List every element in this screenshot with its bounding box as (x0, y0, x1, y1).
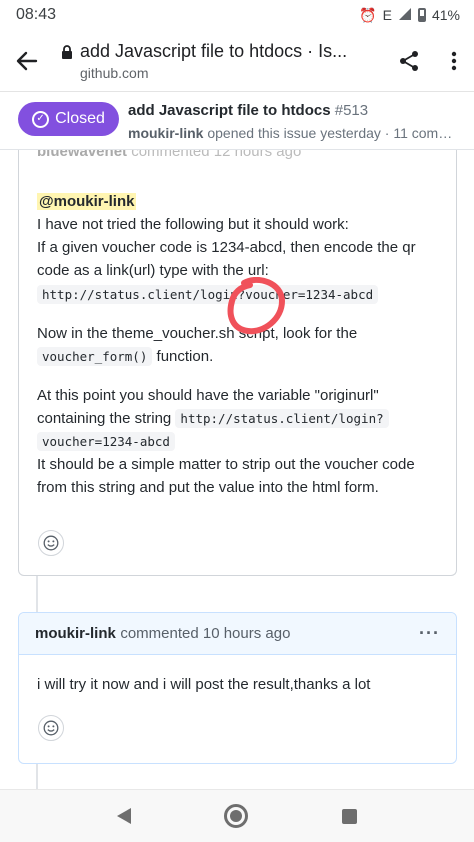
battery-level: 41% (431, 7, 460, 23)
comment-body: @moukir-link I have not tried the follow… (37, 190, 444, 499)
more-horiz-icon[interactable]: ··· (419, 623, 440, 644)
issue-header: ✓ Closed add Javascript file to htdocs #… (0, 92, 474, 150)
comment-meta: commented 10 hours ago (120, 624, 291, 642)
signal-icon (398, 7, 412, 24)
comment-header: moukir-link commented 10 hours ago ··· (19, 613, 456, 655)
system-nav-bar (0, 789, 474, 842)
comment-body: i will try it now and i will post the re… (37, 676, 371, 693)
check-circle-icon: ✓ (32, 110, 50, 128)
comment-card: moukir-link commented 10 hours ago ··· i… (18, 612, 457, 764)
comment-line: I have not tried the following but it sh… (37, 216, 349, 233)
add-reaction-icon[interactable] (38, 715, 64, 741)
status-label: Closed (55, 110, 105, 127)
back-arrow-icon[interactable] (0, 30, 54, 92)
comment-text: Now in the theme_voucher.sh script, look… (37, 325, 358, 342)
comment-line: If a given voucher code is 1234-abcd, th… (37, 239, 416, 279)
status-badge: ✓ Closed (18, 102, 119, 136)
nav-recents-icon[interactable] (342, 808, 358, 824)
lock-icon (54, 45, 80, 60)
comment-card: bluewavenet commented 12 hours ago @mouk… (18, 138, 457, 576)
alarm-icon: ⏰ (359, 6, 377, 23)
status-time: 08:43 (16, 6, 57, 23)
issue-title-text: add Javascript file to htdocs (128, 102, 331, 119)
nav-home-icon[interactable] (224, 804, 249, 828)
user-mention[interactable]: @moukir-link (37, 193, 137, 210)
address-bar[interactable]: add Javascript file to htdocs · Is... gi… (80, 41, 384, 81)
issue-author[interactable]: moukir-link (128, 125, 203, 141)
code-url-part-1: http://status.client/login? (175, 409, 389, 428)
issue-title: add Javascript file to htdocs #513 (128, 102, 454, 119)
page-title: add Javascript file to htdocs · Is... (80, 40, 348, 61)
browser-toolbar: add Javascript file to htdocs · Is... gi… (0, 30, 474, 92)
status-icons: ⏰ E 41% (359, 7, 460, 24)
battery-icon (417, 8, 426, 22)
page-url: github.com (80, 64, 149, 81)
comment-author[interactable]: moukir-link (35, 625, 116, 642)
annotation-circle (227, 277, 286, 335)
code-url-part-2: voucher=1234-abcd (37, 432, 175, 451)
comment-text: It should be a simple matter to strip ou… (37, 456, 415, 496)
code-function: voucher_form() (37, 347, 153, 366)
share-icon[interactable] (384, 30, 434, 92)
issue-number: #513 (334, 102, 369, 119)
comment-text: function. (152, 348, 214, 365)
add-reaction-icon[interactable] (38, 530, 64, 556)
code-url: http://status.client/login?voucher=1234-… (37, 285, 379, 304)
issue-meta-text: opened this issue yesterday · 11 comme..… (207, 125, 454, 141)
status-bar: 08:43 ⏰ E 41% (0, 0, 474, 30)
nav-back-icon[interactable] (116, 808, 131, 824)
network-type: E (382, 7, 392, 23)
more-vert-icon[interactable] (434, 30, 474, 92)
issue-meta: moukir-link opened this issue yesterday … (128, 125, 454, 141)
